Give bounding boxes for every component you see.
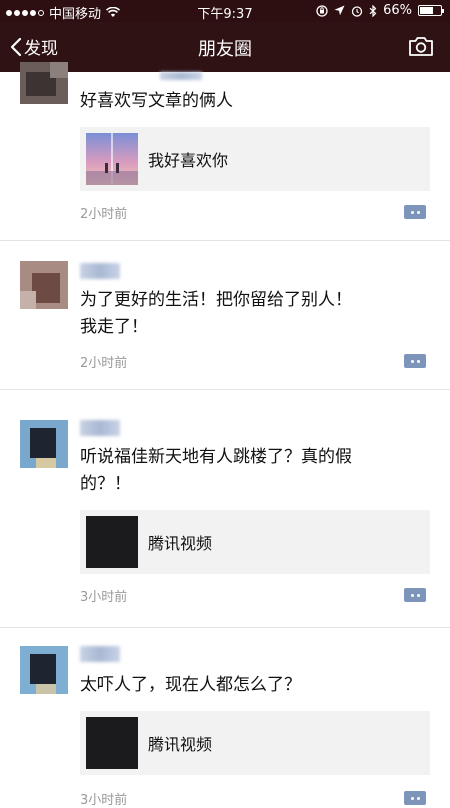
comment-icon[interactable] xyxy=(404,205,426,219)
moment-post: 为了更好的生活！把你留给了别人！ 我走了！ 2小时前 xyxy=(0,241,450,390)
post-text: 好喜欢写文章的俩人 xyxy=(80,91,233,111)
avatar[interactable] xyxy=(20,62,68,104)
post-text: 太吓人了，现在人都怎么了？ xyxy=(80,675,301,695)
comment-icon[interactable] xyxy=(404,354,426,368)
battery-percent: 66% xyxy=(383,3,412,18)
link-title: 我好喜欢你 xyxy=(148,151,229,170)
post-text-line: 我走了！ xyxy=(80,317,148,337)
post-text: 听说福佳新天地有人跳楼了？真的假 的？！ xyxy=(80,444,420,498)
battery-icon xyxy=(418,5,444,16)
moments-feed: 好喜欢写文章的俩人 我好喜欢你 2小时前 为了更好的生活！把你留给了别人！ 我走… xyxy=(0,62,450,808)
link-title: 腾讯视频 xyxy=(148,735,213,754)
post-text-line: 的？！ xyxy=(80,474,131,494)
alarm-icon xyxy=(351,5,363,17)
status-bar: 中国移动 下午9:37 66% xyxy=(0,0,450,22)
username[interactable] xyxy=(160,72,202,80)
avatar[interactable] xyxy=(20,261,68,309)
comment-icon[interactable] xyxy=(404,791,426,805)
link-card[interactable]: 腾讯视频 xyxy=(80,510,430,574)
camera-icon xyxy=(409,37,433,56)
moment-post: 太吓人了，现在人都怎么了？ 腾讯视频 3小时前 xyxy=(0,628,450,808)
comment-icon[interactable] xyxy=(404,588,426,602)
page-title: 朋友圈 xyxy=(198,39,252,60)
link-card[interactable]: 腾讯视频 xyxy=(80,711,430,775)
link-card[interactable]: 我好喜欢你 xyxy=(80,127,430,191)
post-time: 2小时前 xyxy=(80,207,128,222)
video-thumbnail xyxy=(86,717,138,769)
username[interactable] xyxy=(80,420,120,436)
status-right: 66% xyxy=(316,3,444,18)
link-thumbnail xyxy=(86,133,138,185)
location-icon xyxy=(334,5,345,16)
post-time: 3小时前 xyxy=(80,590,128,605)
post-text-line: 为了更好的生活！把你留给了别人！ xyxy=(80,290,352,310)
moment-post: 听说福佳新天地有人跳楼了？真的假 的？！ 腾讯视频 3小时前 xyxy=(0,390,450,628)
post-text-line: 听说福佳新天地有人跳楼了？真的假 xyxy=(80,447,352,467)
rotation-lock-icon xyxy=(316,4,328,17)
moment-post: 好喜欢写文章的俩人 我好喜欢你 2小时前 xyxy=(0,62,450,241)
battery-fill xyxy=(420,7,433,14)
username[interactable] xyxy=(80,263,120,279)
bluetooth-icon xyxy=(369,4,377,17)
username[interactable] xyxy=(80,646,120,662)
camera-button[interactable] xyxy=(408,35,434,61)
video-thumbnail xyxy=(86,516,138,568)
post-time: 3小时前 xyxy=(80,793,128,808)
link-title: 腾讯视频 xyxy=(148,534,213,553)
post-time: 2小时前 xyxy=(80,356,128,371)
avatar[interactable] xyxy=(20,420,68,468)
avatar[interactable] xyxy=(20,646,68,694)
post-text: 为了更好的生活！把你留给了别人！ 我走了！ xyxy=(80,287,420,341)
